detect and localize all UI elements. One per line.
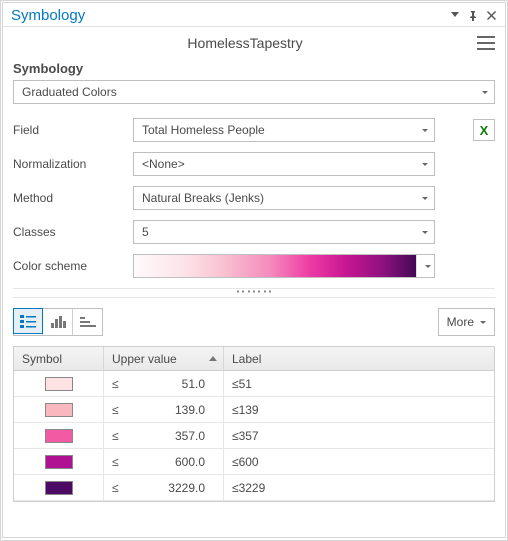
class-breaks-table: Symbol Upper value Label ≤51.0≤51≤139.0≤… <box>13 346 495 502</box>
splitter[interactable] <box>13 288 495 298</box>
expression-button[interactable]: X <box>473 119 495 141</box>
color-swatch <box>45 377 73 391</box>
field-label-classes: Classes <box>13 225 133 239</box>
cell-upper-value[interactable]: ≤600.0 <box>104 449 224 474</box>
method-value: Natural Breaks (Jenks) <box>142 191 418 205</box>
col-header-label[interactable]: Label <box>224 347 494 370</box>
table-row[interactable]: ≤600.0≤600 <box>14 449 494 475</box>
normalization-select[interactable]: <None> <box>133 152 435 176</box>
color-swatch <box>45 481 73 495</box>
cell-upper-value[interactable]: ≤51.0 <box>104 371 224 396</box>
field-label-normalization: Normalization <box>13 157 133 171</box>
cell-upper-value[interactable]: ≤357.0 <box>104 423 224 448</box>
primary-renderer-value: Graduated Colors <box>22 85 478 99</box>
close-icon[interactable] <box>483 8 499 24</box>
chevron-down-icon <box>422 197 428 200</box>
field-row-classes: Classes 5 <box>13 220 495 244</box>
chevron-down-icon <box>482 91 488 94</box>
sort-asc-icon <box>209 356 217 361</box>
operator: ≤ <box>112 481 126 495</box>
scales-icon <box>80 315 96 329</box>
scales-view-button[interactable] <box>72 309 102 335</box>
color-swatch <box>45 429 73 443</box>
classes-select[interactable]: 5 <box>133 220 435 244</box>
grip-icon <box>237 291 271 296</box>
col-header-upper-text: Upper value <box>112 352 177 366</box>
operator: ≤ <box>112 403 126 417</box>
color-scheme-select[interactable] <box>133 254 435 278</box>
cell-label[interactable]: ≤139 <box>224 397 494 422</box>
more-label: More <box>447 315 474 329</box>
upper-value: 357.0 <box>134 429 215 443</box>
cell-label[interactable]: ≤357 <box>224 423 494 448</box>
chevron-down-icon <box>422 163 428 166</box>
col-header-upper[interactable]: Upper value <box>104 347 224 370</box>
upper-value: 600.0 <box>134 455 215 469</box>
cell-upper-value[interactable]: ≤139.0 <box>104 397 224 422</box>
field-row-method: Method Natural Breaks (Jenks) <box>13 186 495 210</box>
field-value: Total Homeless People <box>142 123 418 137</box>
cell-symbol[interactable] <box>14 423 104 448</box>
pane-title: Symbology <box>11 7 445 24</box>
field-label-method: Method <box>13 191 133 205</box>
pin-icon[interactable] <box>465 8 481 24</box>
col-header-symbol[interactable]: Symbol <box>14 347 104 370</box>
list-icon <box>20 314 36 328</box>
operator: ≤ <box>112 455 126 469</box>
color-ramp-preview <box>134 255 416 277</box>
chevron-down-icon <box>416 255 434 277</box>
chevron-down-icon <box>422 231 428 234</box>
cell-label[interactable]: ≤3229 <box>224 475 494 500</box>
view-toggle <box>13 308 103 336</box>
classes-view-button[interactable] <box>13 308 43 334</box>
section-label: Symbology <box>13 61 495 76</box>
histogram-view-button[interactable] <box>42 309 72 335</box>
field-select[interactable]: Total Homeless People <box>133 118 435 142</box>
table-row[interactable]: ≤51.0≤51 <box>14 371 494 397</box>
cell-symbol[interactable] <box>14 371 104 396</box>
field-row-normalization: Normalization <None> <box>13 152 495 176</box>
chevron-down-icon <box>422 129 428 132</box>
menu-icon[interactable] <box>477 36 495 50</box>
primary-renderer-select[interactable]: Graduated Colors <box>13 80 495 104</box>
cell-symbol[interactable] <box>14 449 104 474</box>
color-swatch <box>45 403 73 417</box>
sub-header: HomelessTapestry <box>3 27 505 57</box>
histogram-icon <box>50 315 66 329</box>
classes-value: 5 <box>142 225 418 239</box>
pane-header: Symbology <box>3 3 505 27</box>
more-button[interactable]: More <box>438 308 495 336</box>
upper-value: 51.0 <box>134 377 215 391</box>
field-label-color-scheme: Color scheme <box>13 259 133 273</box>
upper-value: 139.0 <box>134 403 215 417</box>
cell-label[interactable]: ≤600 <box>224 449 494 474</box>
field-row-color-scheme: Color scheme <box>13 254 495 278</box>
autohide-icon[interactable] <box>447 8 463 24</box>
normalization-value: <None> <box>142 157 418 171</box>
cell-upper-value[interactable]: ≤3229.0 <box>104 475 224 500</box>
field-row-field: Field Total Homeless People X <box>13 118 495 142</box>
operator: ≤ <box>112 377 126 391</box>
color-swatch <box>45 455 73 469</box>
table-row[interactable]: ≤139.0≤139 <box>14 397 494 423</box>
classes-toolbar: More <box>13 308 495 336</box>
cell-label[interactable]: ≤51 <box>224 371 494 396</box>
cell-symbol[interactable] <box>14 397 104 422</box>
method-select[interactable]: Natural Breaks (Jenks) <box>133 186 435 210</box>
upper-value: 3229.0 <box>134 481 215 495</box>
operator: ≤ <box>112 429 126 443</box>
table-row[interactable]: ≤357.0≤357 <box>14 423 494 449</box>
field-label-field: Field <box>13 123 133 137</box>
table-header: Symbol Upper value Label <box>14 347 494 371</box>
cell-symbol[interactable] <box>14 475 104 500</box>
layer-name: HomelessTapestry <box>13 35 477 51</box>
chevron-down-icon <box>480 321 486 324</box>
table-row[interactable]: ≤3229.0≤3229 <box>14 475 494 501</box>
expression-icon: X <box>480 123 489 138</box>
